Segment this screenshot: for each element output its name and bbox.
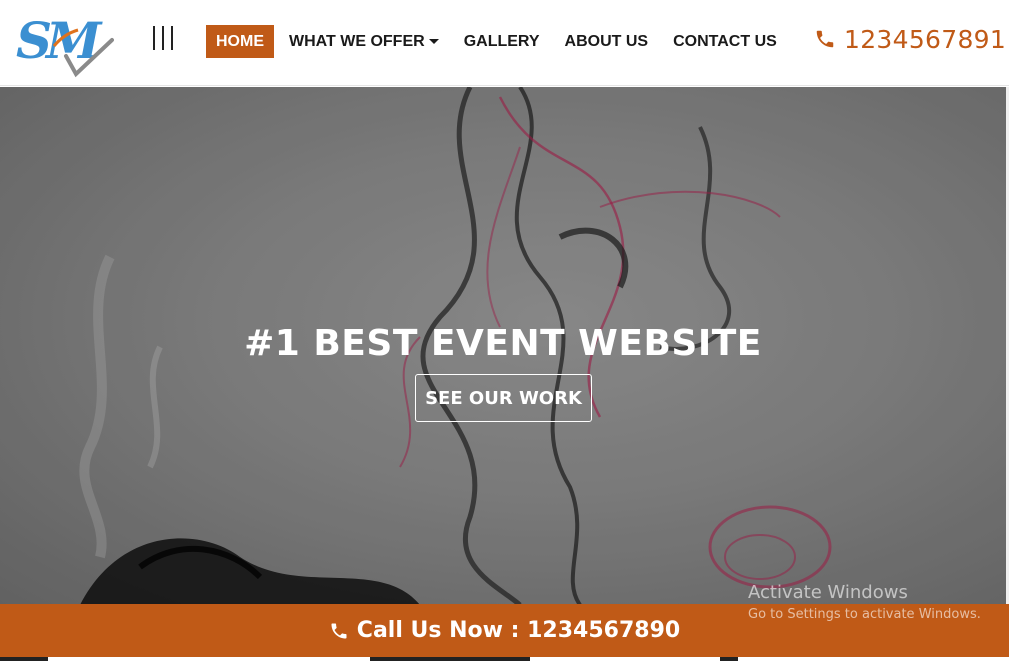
nav-about-us[interactable]: ABOUT US: [565, 33, 649, 51]
header-phone-number: 1234567891: [844, 24, 1007, 54]
hero-banner: #1 BEST EVENT WEBSITE SEE OUR WORK: [0, 87, 1006, 605]
nav-what-we-offer-label: WHAT WE OFFER: [289, 32, 425, 50]
watermark-subtitle: Go to Settings to activate Windows.: [748, 607, 981, 622]
phone-icon: [331, 623, 347, 638]
logo[interactable]: SM: [14, 6, 114, 80]
phone-icon: [816, 30, 834, 48]
bottom-strip: [0, 657, 1009, 661]
site-header: SM HOME WHAT WE OFFER GALLERY ABOUT US C…: [0, 0, 1009, 86]
see-our-work-button[interactable]: SEE OUR WORK: [415, 374, 592, 422]
windows-activation-watermark: Activate Windows Go to Settings to activ…: [748, 582, 981, 622]
caret-down-icon: [428, 39, 439, 44]
hero-title: #1 BEST EVENT WEBSITE: [244, 323, 762, 364]
nav-gallery[interactable]: GALLERY: [464, 33, 540, 51]
call-now-text: Call Us Now : 1234567890: [356, 618, 681, 643]
nav-contact-us[interactable]: CONTACT US: [673, 33, 777, 51]
watermark-title: Activate Windows: [748, 582, 908, 603]
main-nav: HOME WHAT WE OFFER GALLERY ABOUT US CONT…: [206, 25, 777, 58]
menu-bars-icon[interactable]: [151, 26, 175, 50]
header-phone[interactable]: 1234567891: [814, 22, 1006, 56]
nav-what-we-offer[interactable]: WHAT WE OFFER: [289, 33, 439, 51]
nav-home[interactable]: HOME: [206, 25, 274, 58]
